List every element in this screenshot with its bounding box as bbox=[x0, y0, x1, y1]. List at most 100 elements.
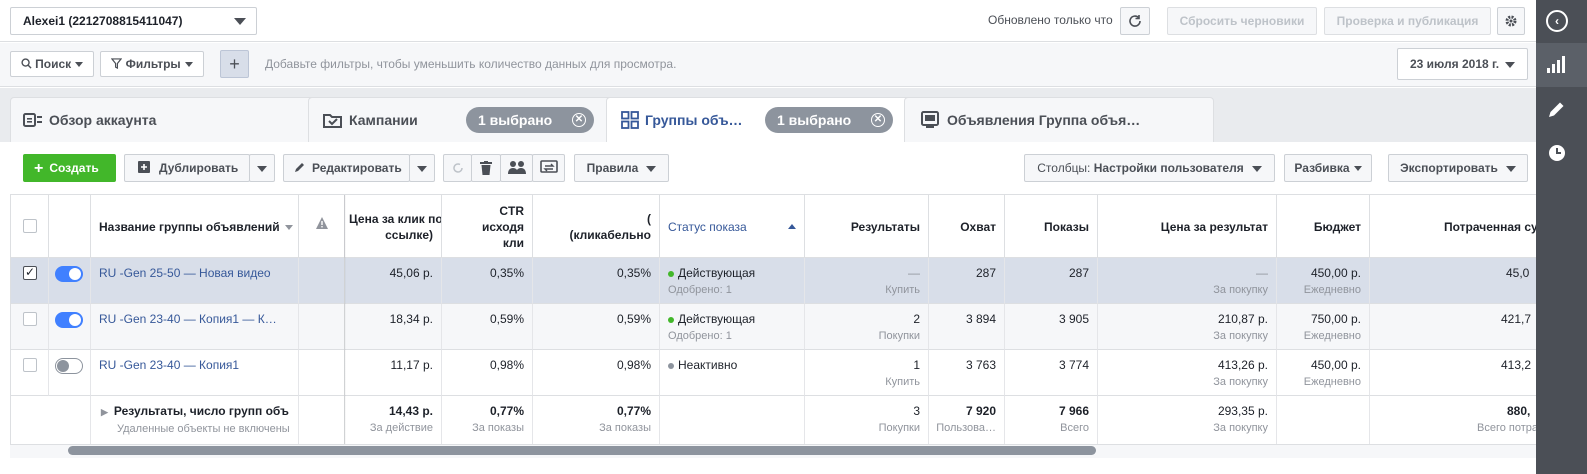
create-button[interactable]: + Создать bbox=[23, 154, 116, 182]
totals-ctr-all-sub: За показы bbox=[599, 422, 651, 434]
ab-test-button[interactable] bbox=[500, 154, 533, 182]
header-status[interactable]: Статус показа bbox=[660, 195, 805, 258]
row1-cpc: 45,06 р. bbox=[345, 258, 442, 304]
revert-icon bbox=[452, 163, 463, 173]
right-sidebar: ‹ bbox=[1536, 0, 1587, 474]
row1-select[interactable]: ✓ bbox=[11, 258, 49, 304]
refresh-button[interactable] bbox=[1120, 7, 1150, 35]
header-cpc[interactable]: Цена за клик по ссылке) bbox=[345, 195, 442, 258]
header-reach-label: Охват bbox=[960, 220, 996, 234]
collapse-icon[interactable]: ‹ bbox=[1546, 10, 1568, 32]
search-button[interactable]: Поиск bbox=[10, 51, 94, 77]
header-ctr-all[interactable]: ((кликабельно bbox=[533, 195, 660, 258]
row3-select[interactable] bbox=[11, 350, 49, 396]
filters-button[interactable]: Фильтры bbox=[100, 51, 204, 77]
totals-ctr: 0,77% За показы bbox=[442, 396, 533, 446]
totals-spent-value: 880, bbox=[1507, 404, 1531, 418]
results-value: — bbox=[908, 266, 920, 280]
row3-cpc: 11,17 р. bbox=[345, 350, 442, 396]
pencil-icon bbox=[1549, 102, 1564, 117]
select-all-checkbox[interactable] bbox=[23, 219, 37, 233]
duplicate-button[interactable]: Дублировать bbox=[124, 154, 250, 182]
columns-button[interactable]: Столбцы: Настройки пользователя bbox=[1024, 154, 1275, 182]
header-results[interactable]: Результаты bbox=[805, 195, 929, 258]
swap-button[interactable] bbox=[532, 154, 565, 182]
header-reach[interactable]: Охват bbox=[929, 195, 1005, 258]
inactive-toggle[interactable] bbox=[55, 358, 83, 374]
edit-button[interactable]: Редактировать bbox=[283, 154, 410, 182]
breakdown-button[interactable]: Разбивка bbox=[1284, 154, 1372, 182]
export-button[interactable]: Экспортировать bbox=[1388, 154, 1528, 182]
header-name[interactable]: Название группы объявлений bbox=[91, 195, 299, 258]
row2-budget: 750,00 р. Ежедневно bbox=[1277, 304, 1370, 350]
date-range-label: 23 июля 2018 г. bbox=[1410, 57, 1500, 71]
edit-dropdown[interactable] bbox=[409, 154, 435, 182]
pill-label: 1 выбрано bbox=[777, 112, 852, 128]
row-checkbox-checked[interactable]: ✓ bbox=[23, 266, 37, 280]
header-impressions[interactable]: Показы bbox=[1005, 195, 1098, 258]
search-icon bbox=[21, 58, 32, 69]
row-checkbox[interactable] bbox=[23, 312, 37, 326]
row3-name[interactable]: RU -Gen 23-40 — Копия1 bbox=[91, 350, 299, 396]
charts-panel-button[interactable] bbox=[1536, 43, 1587, 87]
header-budget[interactable]: Бюджет bbox=[1277, 195, 1370, 258]
add-filter-button[interactable]: + bbox=[220, 50, 249, 78]
create-label: Создать bbox=[49, 161, 99, 175]
active-toggle[interactable] bbox=[55, 312, 83, 328]
tab-account-overview[interactable]: Обзор аккаунта bbox=[10, 97, 340, 142]
horizontal-scrollbar-thumb[interactable] bbox=[68, 446, 1096, 455]
header-ctr[interactable]: CTR исходя кли bbox=[442, 195, 533, 258]
row2-select[interactable] bbox=[11, 304, 49, 350]
header-name-label: Название группы объявлений bbox=[99, 220, 280, 234]
history-panel-button[interactable] bbox=[1536, 132, 1587, 176]
date-range-picker[interactable]: 23 июля 2018 г. bbox=[1397, 48, 1528, 80]
filter-placeholder[interactable]: Добавьте фильтры, чтобы уменьшить количе… bbox=[265, 57, 676, 71]
discard-drafts-button[interactable]: Сбросить черновики bbox=[1167, 7, 1317, 35]
close-icon[interactable]: ✕ bbox=[871, 113, 885, 127]
row2-name[interactable]: RU -Gen 23-40 — Копия1 — К… bbox=[91, 304, 299, 350]
header-cost-per-result[interactable]: Цена за результат bbox=[1098, 195, 1277, 258]
row3-budget: 450,00 р. Ежедневно bbox=[1277, 350, 1370, 396]
rules-button[interactable]: Правила bbox=[574, 154, 669, 182]
row2-ctr: 0,59% bbox=[442, 304, 533, 350]
header-select-all[interactable] bbox=[11, 195, 49, 258]
totals-spacer bbox=[11, 396, 91, 446]
header-spent[interactable]: Потраченная су bbox=[1370, 195, 1536, 258]
totals-spent: 880, Всего потра bbox=[1370, 396, 1536, 446]
header-results-label: Результаты bbox=[850, 220, 920, 234]
row2-warning bbox=[299, 304, 345, 350]
active-toggle[interactable] bbox=[55, 266, 83, 282]
row1-warning bbox=[299, 258, 345, 304]
row1-toggle-cell bbox=[49, 258, 91, 304]
row-checkbox[interactable] bbox=[23, 358, 37, 372]
close-icon[interactable]: ✕ bbox=[572, 113, 586, 127]
totals-warning bbox=[299, 396, 345, 446]
budget-value: 450,00 р. bbox=[1310, 266, 1361, 280]
edit-panel-button[interactable] bbox=[1536, 88, 1587, 132]
totals-cpc: 14,43 р. За действие bbox=[345, 396, 442, 446]
status-label: Действующая bbox=[678, 266, 756, 280]
budget-value: 450,00 р. bbox=[1310, 358, 1361, 372]
account-selector[interactable]: Alexei1 (2212708815411047) bbox=[10, 7, 257, 35]
tab-label: Группы объ… bbox=[645, 112, 743, 128]
totals-ctr-value: 0,77% bbox=[489, 404, 524, 418]
totals-results-value: 3 bbox=[913, 404, 920, 418]
row1-ctr-all: 0,35% bbox=[533, 258, 660, 304]
revert-button[interactable] bbox=[443, 154, 472, 182]
row2-results: 2 Покупки bbox=[805, 304, 929, 350]
settings-button[interactable] bbox=[1497, 7, 1525, 35]
row1-cpr: — За покупку bbox=[1098, 258, 1277, 304]
results-sub: Купить bbox=[885, 376, 920, 388]
status-sub: Одобрено: 1 bbox=[668, 330, 732, 342]
ad-sets-selected-pill[interactable]: 1 выбрано ✕ bbox=[765, 107, 893, 133]
row1-name[interactable]: RU -Gen 25-50 — Новая видео bbox=[91, 258, 299, 304]
duplicate-dropdown[interactable] bbox=[249, 154, 275, 182]
status-dot-inactive bbox=[668, 362, 674, 369]
review-publish-button[interactable]: Проверка и публикация bbox=[1324, 7, 1491, 35]
cpr-sub: За покупку bbox=[1213, 284, 1268, 296]
tab-ads[interactable]: Объявления Группа объя… bbox=[904, 97, 1214, 142]
totals-name[interactable]: ▶ Результаты, число групп объ Удаленные об… bbox=[91, 396, 299, 446]
campaigns-selected-pill[interactable]: 1 выбрано ✕ bbox=[466, 107, 594, 133]
header-ctr-line2: исходя bbox=[481, 220, 524, 234]
delete-button[interactable] bbox=[471, 154, 501, 182]
